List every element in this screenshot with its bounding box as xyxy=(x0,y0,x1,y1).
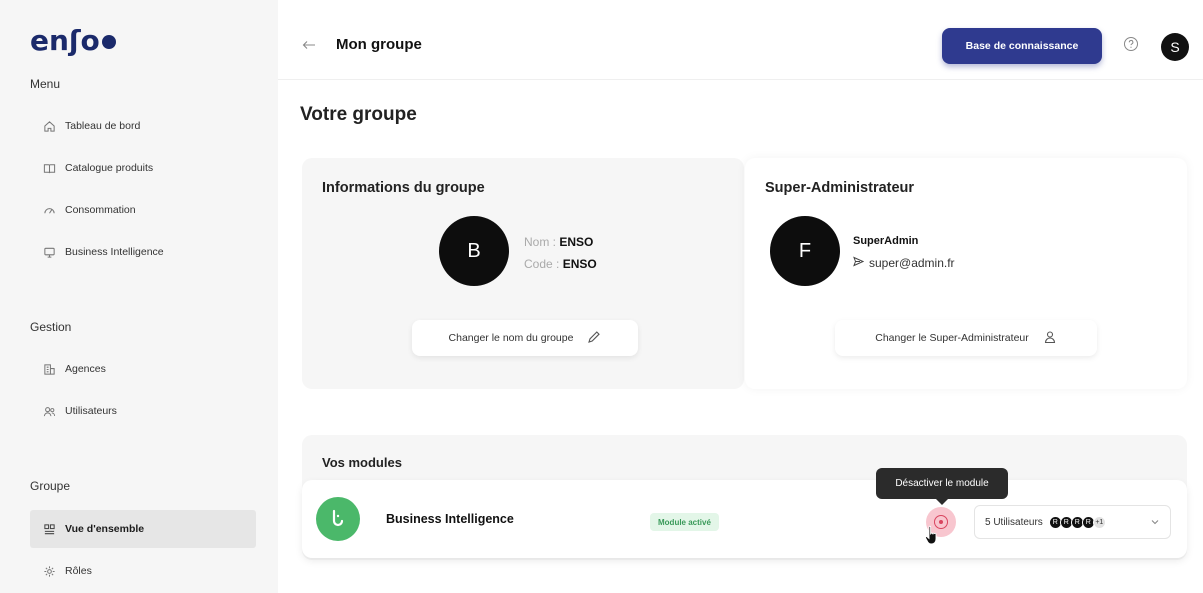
business-intelligence-icon xyxy=(316,497,360,541)
user-avatar[interactable]: S xyxy=(1161,33,1189,61)
mini-avatar-more: +1 xyxy=(1092,515,1106,529)
section-label-menu: Menu xyxy=(30,77,61,91)
modules-card: Vos modules Business Intelligence Module… xyxy=(302,435,1187,560)
sidebar-item-label: Vue d'ensemble xyxy=(65,523,145,535)
rename-group-button[interactable]: Changer le nom du groupe xyxy=(412,320,638,356)
sidebar-item-label: Rôles xyxy=(65,565,92,577)
section-label-gestion: Gestion xyxy=(30,320,72,334)
deactivate-tooltip: Désactiver le module xyxy=(876,468,1008,505)
overview-icon xyxy=(42,522,56,536)
group-info-title: Informations du groupe xyxy=(322,180,485,196)
logo[interactable]: enʃo xyxy=(30,24,116,57)
sidebar-item-label: Consommation xyxy=(65,204,136,216)
sidebar-item-label: Catalogue produits xyxy=(65,162,154,174)
module-row[interactable]: Business Intelligence Module activé 5 Ut… xyxy=(302,480,1187,558)
building-icon xyxy=(42,362,56,376)
top-header: Mon groupe Base de connaissance S xyxy=(278,0,1203,80)
super-admin-title: Super-Administrateur xyxy=(765,180,915,196)
module-users-count: 5 Utilisateurs xyxy=(985,516,1043,528)
section-label-groupe: Groupe xyxy=(30,479,71,493)
sidebar-item-dashboard[interactable]: Tableau de bord xyxy=(30,107,256,145)
module-user-avatars: R R R R +1 xyxy=(1048,515,1106,529)
sidebar-item-business-intelligence[interactable]: Business Intelligence xyxy=(30,233,256,271)
sidebar-item-label: Business Intelligence xyxy=(65,246,164,258)
sidebar-item-users[interactable]: Utilisateurs xyxy=(30,392,256,430)
change-super-admin-button[interactable]: Changer le Super-Administrateur xyxy=(835,320,1097,356)
monitor-icon xyxy=(42,245,56,259)
book-icon xyxy=(42,161,56,175)
rename-group-label: Changer le nom du groupe xyxy=(448,332,574,344)
super-admin-card: Super-Administrateur F SuperAdmin super@… xyxy=(745,158,1187,389)
sidebar-item-label: Agences xyxy=(65,363,106,375)
group-avatar: B xyxy=(439,216,509,286)
help-icon[interactable] xyxy=(1123,36,1139,52)
module-users-select[interactable]: 5 Utilisateurs R R R R +1 xyxy=(974,505,1171,539)
sidebar-item-overview[interactable]: Vue d'ensemble xyxy=(30,510,256,548)
sidebar-item-catalog[interactable]: Catalogue produits xyxy=(30,149,256,187)
users-icon xyxy=(42,404,56,418)
group-name-value: ENSO xyxy=(559,235,594,249)
sidebar-item-roles[interactable]: Rôles xyxy=(30,552,256,590)
change-super-admin-label: Changer le Super-Administrateur xyxy=(875,332,1029,344)
page-title: Mon groupe xyxy=(336,36,422,53)
send-icon xyxy=(853,256,865,270)
module-name: Business Intelligence xyxy=(386,512,514,526)
sidebar-item-consumption[interactable]: Consommation xyxy=(30,191,256,229)
gauge-icon xyxy=(42,203,56,217)
sidebar-item-label: Utilisateurs xyxy=(65,405,117,417)
group-name-line: Nom : ENSO xyxy=(524,235,593,249)
modules-title: Vos modules xyxy=(322,455,402,470)
super-admin-avatar: F xyxy=(770,216,840,286)
back-arrow-icon[interactable] xyxy=(302,37,316,49)
user-icon xyxy=(1043,330,1057,347)
section-title: Votre groupe xyxy=(300,104,417,125)
super-admin-name: SuperAdmin xyxy=(853,235,919,247)
group-info-card: Informations du groupe B Nom : ENSO Code… xyxy=(302,158,744,389)
group-code-line: Code : ENSO xyxy=(524,257,597,271)
pointer-cursor-icon xyxy=(923,524,941,546)
sidebar-item-agencies[interactable]: Agences xyxy=(30,350,256,388)
pencil-icon xyxy=(587,330,601,347)
module-status-badge: Module activé xyxy=(650,513,719,531)
chevron-down-icon xyxy=(1150,517,1160,527)
group-name-label: Nom : xyxy=(524,235,557,249)
group-code-value: ENSO xyxy=(562,257,597,271)
sidebar-item-label: Tableau de bord xyxy=(65,120,141,132)
knowledge-base-button[interactable]: Base de connaissance xyxy=(942,28,1102,64)
super-admin-email-line: super@admin.fr xyxy=(853,256,955,270)
super-admin-email: super@admin.fr xyxy=(869,256,955,270)
gear-icon xyxy=(42,564,56,578)
group-code-label: Code : xyxy=(524,257,560,271)
logo-dot xyxy=(101,35,116,49)
home-icon xyxy=(42,119,56,133)
sidebar: enʃo Menu Tableau de bord Catalogue prod… xyxy=(0,0,278,593)
